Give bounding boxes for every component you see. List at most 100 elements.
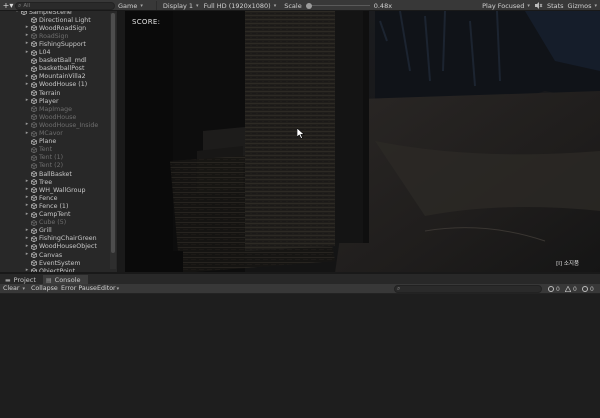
hierarchy-item[interactable]: ▸ WoodHouse_Inside <box>0 121 114 129</box>
hierarchy-item-label: RoadSign <box>39 32 69 40</box>
hierarchy-item[interactable]: WoodHouse <box>0 113 114 121</box>
gameobject-cube-icon <box>31 243 37 250</box>
warning-count-toggle[interactable]: 0 <box>565 284 577 294</box>
gameobject-cube-icon <box>31 17 37 24</box>
chevron-down-icon[interactable]: ▾ <box>14 11 20 14</box>
play-mode-label: Play Focused <box>482 1 525 10</box>
error-icon <box>582 286 588 292</box>
hierarchy-item[interactable]: Tent (1) <box>0 154 114 162</box>
gameobject-cube-icon <box>31 235 37 242</box>
console-search-input[interactable]: ⌕ <box>394 285 542 293</box>
hierarchy-item-label: MapImage <box>39 105 73 113</box>
hierarchy-item[interactable]: EventSystem <box>0 259 114 267</box>
info-icon <box>548 286 554 292</box>
gameobject-cube-icon <box>31 25 37 32</box>
chevron-right-icon[interactable]: ▸ <box>24 24 30 30</box>
add-object-button[interactable]: +▾ <box>1 1 15 10</box>
chevron-right-icon[interactable]: ▸ <box>24 202 30 208</box>
error-count: 0 <box>590 285 594 293</box>
chevron-right-icon[interactable]: ▸ <box>24 81 30 87</box>
hierarchy-item[interactable]: MapImage <box>0 105 114 113</box>
hierarchy-item[interactable]: Tent (2) <box>0 162 114 170</box>
gameobject-cube-icon <box>31 122 37 129</box>
hierarchy-item[interactable]: ▸ Fence <box>0 194 114 202</box>
top-toolbar: +▾ ⌕ All Game ▾ Display 1 ▾ Full HD (1920x… <box>0 0 600 11</box>
log-count-toggle[interactable]: 0 <box>548 284 560 294</box>
play-mode-dropdown[interactable]: Play Focused ▾ <box>482 2 530 10</box>
hierarchy-item[interactable]: ▸ FishingSupport <box>0 40 114 48</box>
editor-dropdown[interactable]: Editor▾ <box>97 284 119 294</box>
chevron-right-icon[interactable]: ▸ <box>24 243 30 249</box>
collapse-label: Collapse <box>31 285 58 292</box>
hierarchy-item-label: FishingSupport <box>39 40 86 48</box>
hierarchy-item[interactable]: ▸ WoodHouse (1) <box>0 81 114 89</box>
hierarchy-item[interactable]: ▸ Tree <box>0 178 114 186</box>
chevron-right-icon[interactable]: ▸ <box>24 49 30 55</box>
chevron-right-icon[interactable]: ▸ <box>24 73 30 79</box>
hierarchy-item[interactable]: ▸ WH_WallGroup <box>0 186 114 194</box>
hierarchy-item[interactable]: ▸ CampTent <box>0 211 114 219</box>
gameobject-cube-icon <box>31 73 37 80</box>
hierarchy-item[interactable]: Plane <box>0 138 114 146</box>
chevron-right-icon[interactable]: ▸ <box>24 251 30 257</box>
hierarchy-item[interactable]: ▸ L04 <box>0 49 114 57</box>
hierarchy-item[interactable]: ▸ Grill <box>0 227 114 235</box>
hierarchy-item[interactable]: ▸ Fence (1) <box>0 202 114 210</box>
chevron-right-icon[interactable]: ▸ <box>24 211 30 217</box>
error-count-toggle[interactable]: 0 <box>582 284 594 294</box>
game-view[interactable]: SCORE: [I] 소지품 <box>125 11 600 273</box>
resolution-dropdown[interactable]: Full HD (1920x1080) ▾ <box>204 2 277 10</box>
scrollbar-thumb[interactable] <box>111 13 115 253</box>
hierarchy-item[interactable]: ▸ MCavor <box>0 130 114 138</box>
hierarchy-item[interactable]: Directional Light <box>0 16 114 24</box>
hierarchy-item[interactable]: Tent <box>0 146 114 154</box>
chevron-right-icon[interactable]: ▸ <box>24 194 30 200</box>
display-dropdown[interactable]: Display 1 ▾ <box>163 2 199 10</box>
collapse-toggle[interactable]: Collapse <box>31 284 58 294</box>
chevron-right-icon[interactable]: ▸ <box>24 32 30 38</box>
hierarchy-item[interactable]: basketballPost <box>0 65 114 73</box>
gameobject-cube-icon <box>31 81 37 88</box>
hierarchy-item[interactable]: ▸ MountainVilla2 <box>0 73 114 81</box>
chevron-right-icon[interactable]: ▸ <box>24 235 30 241</box>
hierarchy-item-label: Fence <box>39 194 58 202</box>
gizmos-dropdown[interactable]: Gizmos ▾ <box>568 2 597 10</box>
chevron-right-icon[interactable]: ▸ <box>24 97 30 103</box>
hierarchy-item[interactable]: Cube (5) <box>0 219 114 227</box>
hierarchy-item[interactable]: ▸ RoadSign <box>0 32 114 40</box>
scale-slider[interactable] <box>305 2 370 10</box>
gameobject-cube-icon <box>31 114 37 121</box>
warning-icon <box>565 286 571 292</box>
chevron-right-icon[interactable]: ▸ <box>24 121 30 127</box>
hierarchy-item[interactable]: ▸ Player <box>0 97 114 105</box>
hierarchy-item[interactable]: ▸ WoodHouseObject <box>0 243 114 251</box>
chevron-right-icon[interactable]: ▸ <box>24 186 30 192</box>
chevron-right-icon[interactable]: ▸ <box>24 227 30 233</box>
hierarchy-item-label: MCavor <box>39 130 63 137</box>
hierarchy-search-placeholder: All <box>23 2 31 9</box>
hierarchy-item[interactable]: ▸ WoodRoadSign <box>0 24 114 32</box>
hierarchy-item[interactable]: ▸ Canvas <box>0 251 114 259</box>
hierarchy-scrollbar[interactable] <box>110 13 116 269</box>
hierarchy-item[interactable]: basketBall_mdl <box>0 57 114 65</box>
hierarchy-item-label: L04 <box>39 49 51 56</box>
stats-button[interactable]: Stats <box>547 2 564 10</box>
chevron-down-icon: ▾ <box>22 286 25 292</box>
chevron-right-icon[interactable]: ▸ <box>24 40 30 46</box>
chevron-right-icon[interactable]: ▸ <box>24 130 30 136</box>
chevron-right-icon[interactable]: ▸ <box>24 178 30 184</box>
view-dropdown[interactable]: Game ▾ <box>118 2 143 10</box>
hierarchy-item[interactable]: ▸ FishingChairGreen <box>0 235 114 243</box>
console-log-area[interactable] <box>0 295 600 418</box>
speaker-icon <box>534 2 543 9</box>
mouse-cursor-icon <box>297 128 305 139</box>
hierarchy-item[interactable]: BallBasket <box>0 170 114 178</box>
mute-audio-button[interactable] <box>534 2 543 9</box>
clear-dropdown[interactable]: Clear ▾ <box>3 284 25 294</box>
gizmos-label: Gizmos <box>567 1 592 10</box>
hierarchy-search-input[interactable]: ⌕ All <box>15 1 115 10</box>
hierarchy-item[interactable]: Terrain <box>0 89 114 97</box>
error-pause-toggle[interactable]: Error Pause <box>61 284 97 294</box>
gameobject-cube-icon <box>31 106 37 113</box>
scale-slider-thumb[interactable] <box>305 2 312 9</box>
